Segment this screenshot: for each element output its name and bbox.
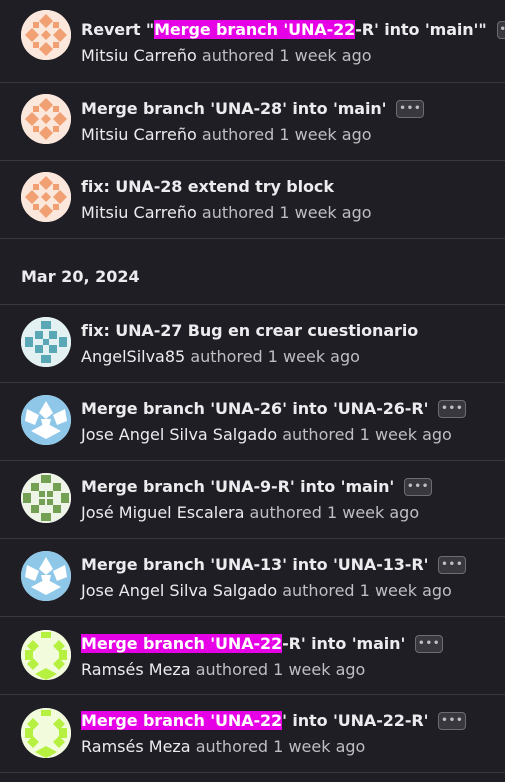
- search-highlight: Merge branch 'UNA-22: [81, 711, 283, 730]
- commit-row: fix: UNA-28 extend try block Mitsiu Carr…: [0, 161, 505, 239]
- more-options-button[interactable]: •••: [438, 555, 467, 574]
- avatar[interactable]: [21, 172, 71, 222]
- commit-meta: Mitsiu Carreño authored 1 week ago: [81, 46, 372, 65]
- more-options-button[interactable]: •••: [404, 477, 433, 496]
- commit-row: Revert "Merge branch 'UNA-22-R' into 'ma…: [0, 0, 505, 83]
- commit-title[interactable]: Merge branch 'UNA-26' into 'UNA-26-R' •••: [81, 399, 467, 419]
- author-link[interactable]: José Miguel Escalera: [81, 503, 244, 522]
- commit-title[interactable]: fix: UNA-27 Bug en crear cuestionario: [81, 321, 418, 340]
- date-group-label: Mar 20, 2024: [21, 267, 140, 286]
- commit-meta: José Miguel Escalera authored 1 week ago: [81, 503, 420, 522]
- commit-row: Merge branch 'UNA-22-R' into 'main' ••• R…: [0, 617, 505, 695]
- commit-time: 1 week ago: [267, 347, 360, 366]
- commit-time: 1 week ago: [326, 503, 420, 522]
- commit-time: 1 week ago: [273, 737, 366, 756]
- commit-title[interactable]: Merge branch 'UNA-9-R' into 'main' •••: [81, 477, 433, 497]
- commit-meta: Jose Angel Silva Salgado authored 1 week…: [81, 581, 452, 600]
- commit-time: 1 week ago: [279, 125, 372, 144]
- commit-row: Merge branch 'UNA-13' into 'UNA-13-R' •••…: [0, 539, 505, 617]
- commit-title[interactable]: Merge branch 'UNA-28' into 'main' •••: [81, 99, 425, 119]
- commit-row: Merge branch 'UNA-28' into 'main' ••• Mit…: [0, 83, 505, 161]
- commit-meta: Ramsés Meza authored 1 week ago: [81, 660, 366, 679]
- more-options-button[interactable]: •••: [438, 711, 467, 730]
- date-group-header: Mar 20, 2024: [0, 239, 505, 305]
- author-link[interactable]: AngelSilva85: [81, 347, 185, 366]
- author-link[interactable]: Ramsés Meza: [81, 660, 191, 679]
- search-highlight: Merge branch 'UNA-22: [81, 634, 283, 653]
- commit-title[interactable]: fix: UNA-28 extend try block: [81, 177, 334, 196]
- commit-time: 1 week ago: [359, 425, 452, 444]
- avatar[interactable]: [21, 10, 71, 60]
- avatar[interactable]: [21, 94, 71, 144]
- author-link[interactable]: Mitsiu Carreño: [81, 46, 197, 65]
- commit-time: 1 week ago: [279, 203, 372, 222]
- commit-time: 1 week ago: [359, 581, 452, 600]
- search-highlight: Merge branch 'UNA-22: [154, 20, 356, 39]
- more-options-button[interactable]: •••: [438, 399, 467, 418]
- avatar[interactable]: [21, 708, 71, 758]
- commit-row: Merge branch 'UNA-22' into 'UNA-22-R' •••…: [0, 695, 505, 773]
- commit-row: fix: UNA-27 Bug en crear cuestionario An…: [0, 305, 505, 383]
- commit-meta: Mitsiu Carreño authored 1 week ago: [81, 125, 372, 144]
- commit-meta: AngelSilva85 authored 1 week ago: [81, 347, 360, 366]
- author-link[interactable]: Mitsiu Carreño: [81, 125, 197, 144]
- more-options-button[interactable]: •••: [415, 634, 444, 653]
- commit-meta: Mitsiu Carreño authored 1 week ago: [81, 203, 372, 222]
- commit-time: 1 week ago: [273, 660, 366, 679]
- commit-row: Merge branch 'UNA-9-R' into 'main' ••• Jo…: [0, 461, 505, 539]
- more-options-button[interactable]: •••: [396, 99, 425, 118]
- commit-title[interactable]: Merge branch 'UNA-22' into 'UNA-22-R' •••: [81, 711, 467, 731]
- author-link[interactable]: Jose Angel Silva Salgado: [81, 581, 277, 600]
- commit-time: 1 week ago: [279, 46, 372, 65]
- commit-meta: Ramsés Meza authored 1 week ago: [81, 737, 366, 756]
- avatar[interactable]: [21, 317, 71, 367]
- commit-meta: Jose Angel Silva Salgado authored 1 week…: [81, 425, 452, 444]
- avatar[interactable]: [21, 551, 71, 601]
- author-link[interactable]: Jose Angel Silva Salgado: [81, 425, 277, 444]
- avatar[interactable]: [21, 630, 71, 680]
- more-options-button[interactable]: •••: [496, 20, 505, 39]
- commit-title[interactable]: Merge branch 'UNA-13' into 'UNA-13-R' •••: [81, 555, 467, 575]
- avatar[interactable]: [21, 395, 71, 445]
- commit-list: Revert "Merge branch 'UNA-22-R' into 'ma…: [0, 0, 505, 773]
- commit-row: Merge branch 'UNA-26' into 'UNA-26-R' •••…: [0, 383, 505, 461]
- commit-title[interactable]: Merge branch 'UNA-22-R' into 'main' •••: [81, 634, 444, 654]
- commit-title[interactable]: Revert "Merge branch 'UNA-22-R' into 'ma…: [81, 20, 505, 40]
- author-link[interactable]: Ramsés Meza: [81, 737, 191, 756]
- author-link[interactable]: Mitsiu Carreño: [81, 203, 197, 222]
- avatar[interactable]: [21, 473, 71, 523]
